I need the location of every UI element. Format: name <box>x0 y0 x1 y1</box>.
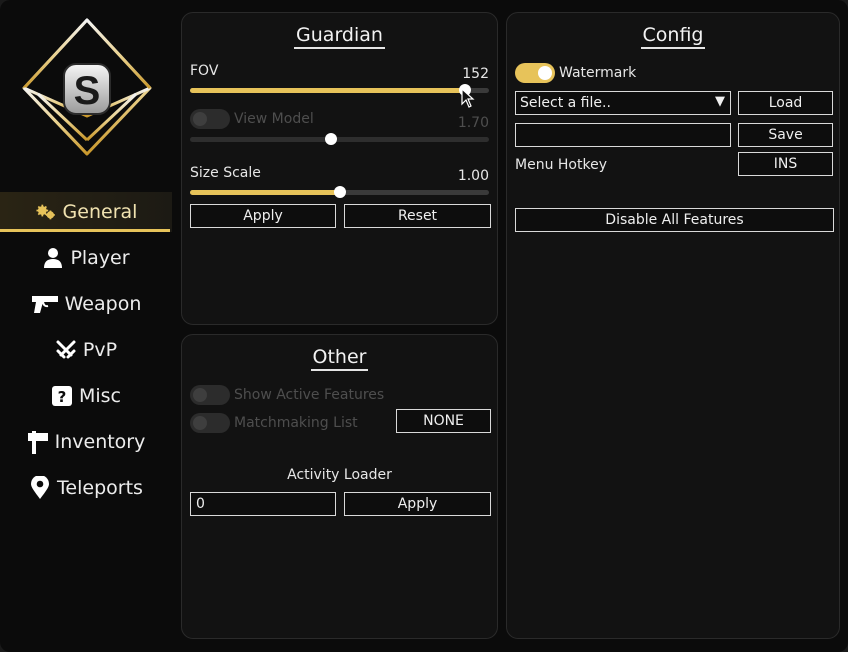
person-icon <box>42 247 64 269</box>
logo: S <box>22 18 152 156</box>
crossed-swords-icon <box>55 339 77 361</box>
load-button[interactable]: Load <box>738 91 833 115</box>
nav-item-inventory[interactable]: Inventory <box>0 422 172 462</box>
config-title: Config <box>640 24 706 49</box>
save-button[interactable]: Save <box>738 123 833 147</box>
nav-item-general[interactable]: General <box>0 192 172 232</box>
matchmaking-list-label: Matchmaking List <box>234 415 358 431</box>
signpost-icon <box>27 431 49 454</box>
nav-label: Misc <box>78 385 122 407</box>
nav-label: Teleports <box>57 477 143 499</box>
view-model-label: View Model <box>234 111 314 127</box>
reset-button[interactable]: Reset <box>344 204 491 228</box>
nav-label: Weapon <box>64 293 142 315</box>
size-scale-value: 1.00 <box>457 168 489 184</box>
show-active-features-toggle[interactable] <box>190 385 230 405</box>
view-model-slider[interactable] <box>190 133 489 145</box>
config-file-select[interactable]: Select a file.. ▼ <box>515 91 731 115</box>
config-name-input[interactable] <box>515 123 731 147</box>
guardian-title: Guardian <box>294 24 385 49</box>
view-model-toggle[interactable] <box>190 109 230 129</box>
watermark-toggle[interactable] <box>515 63 555 83</box>
logo-letter: S <box>74 69 101 113</box>
apply-button[interactable]: Apply <box>190 204 336 228</box>
activity-loader-label: Activity Loader <box>287 467 392 483</box>
map-pin-icon <box>29 476 51 499</box>
size-scale-label: Size Scale <box>190 165 261 181</box>
menu-window: S General Player Weapon PvP ? Misc Inven… <box>0 0 848 652</box>
gears-icon <box>35 201 57 223</box>
select-value: Select a file.. <box>520 95 611 111</box>
pistol-icon <box>31 293 59 315</box>
question-box-icon: ? <box>51 385 73 407</box>
mouse-cursor-icon <box>461 88 475 108</box>
nav-item-teleports[interactable]: Teleports <box>0 468 172 508</box>
fov-slider[interactable] <box>190 84 489 96</box>
sidebar-nav: General Player Weapon PvP ? Misc Invento… <box>0 192 172 514</box>
matchmaking-keybind-button[interactable]: NONE <box>396 409 491 433</box>
slider-knob[interactable] <box>333 186 346 198</box>
other-title: Other <box>310 346 369 371</box>
disable-all-features-button[interactable]: Disable All Features <box>515 208 834 232</box>
nav-item-pvp[interactable]: PvP <box>0 330 172 370</box>
slider-knob[interactable] <box>324 133 337 145</box>
nav-item-weapon[interactable]: Weapon <box>0 284 172 324</box>
watermark-label: Watermark <box>559 65 637 81</box>
view-model-value: 1.70 <box>457 115 489 131</box>
menu-hotkey-label: Menu Hotkey <box>515 157 607 173</box>
config-panel: Config Watermark Select a file.. ▼ Load … <box>506 12 840 639</box>
nav-label: General <box>62 201 138 223</box>
size-scale-slider[interactable] <box>190 186 489 198</box>
activity-loader-input[interactable]: 0 <box>190 492 336 516</box>
show-active-features-label: Show Active Features <box>234 387 385 403</box>
fov-value: 152 <box>462 66 489 82</box>
chevron-down-icon: ▼ <box>715 94 725 109</box>
menu-hotkey-button[interactable]: INS <box>738 152 833 176</box>
svg-text:?: ? <box>58 388 67 406</box>
nav-label: Player <box>70 247 130 269</box>
nav-label: PvP <box>82 339 118 361</box>
activity-apply-button[interactable]: Apply <box>344 492 491 516</box>
nav-label: Inventory <box>54 431 146 453</box>
nav-item-misc[interactable]: ? Misc <box>0 376 172 416</box>
nav-item-player[interactable]: Player <box>0 238 172 278</box>
matchmaking-list-toggle[interactable] <box>190 413 230 433</box>
other-panel: Other Show Active Features Matchmaking L… <box>181 334 498 639</box>
fov-label: FOV <box>190 63 219 79</box>
guardian-panel: Guardian FOV 152 View Model 1.70 Size Sc… <box>181 12 498 325</box>
